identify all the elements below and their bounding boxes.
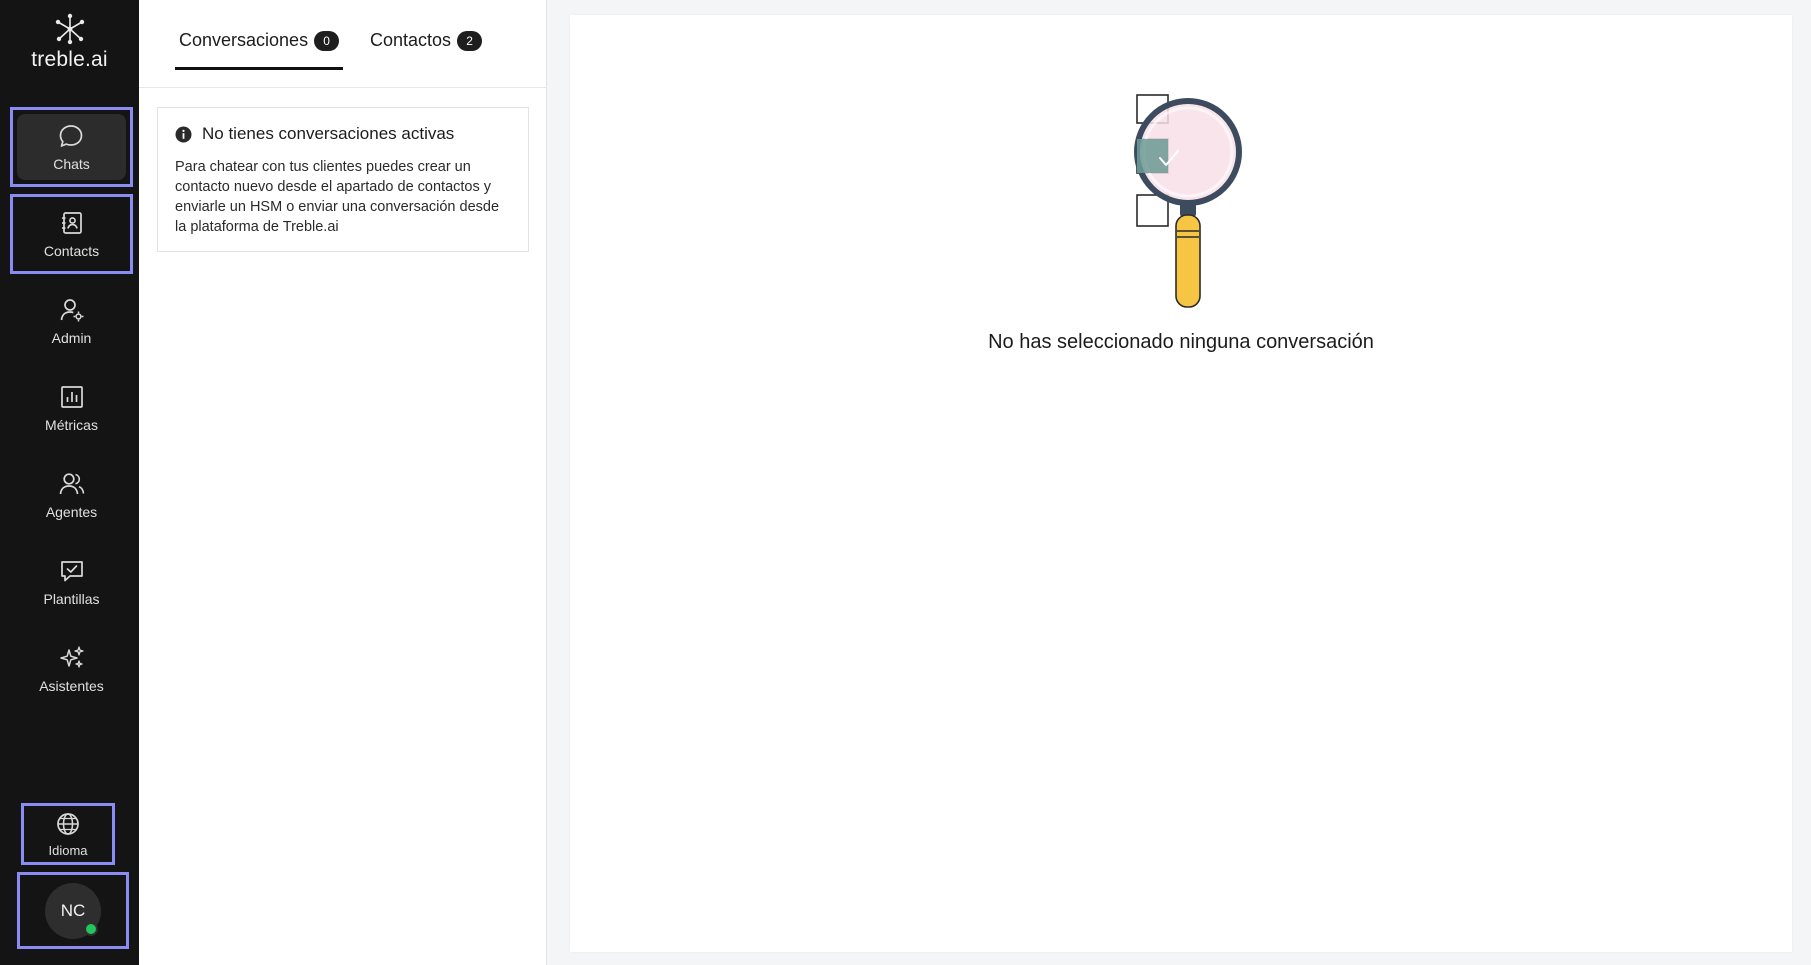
sidebar-item-plantillas[interactable]: Plantillas — [10, 542, 133, 622]
count-badge: 0 — [314, 30, 340, 51]
treble-logo-icon — [55, 13, 84, 45]
info-icon — [175, 126, 192, 142]
chat-bubble-icon — [60, 125, 83, 147]
sidebar-item-label: Contacts — [43, 243, 100, 259]
sidebar-item-agentes[interactable]: Agentes — [10, 455, 133, 535]
tab-label: Conversaciones — [179, 30, 309, 50]
sidebar-item-label: Chats — [53, 156, 90, 172]
avatar[interactable]: NC — [45, 882, 101, 939]
sidebar-item-label: Plantillas — [43, 591, 100, 607]
users-icon — [59, 473, 84, 495]
sidebar-item-admin[interactable]: Admin — [10, 281, 133, 361]
empty-state-message: No has seleccionado ninguna conversación — [988, 331, 1374, 353]
active-tab-indicator — [175, 67, 343, 70]
sidebar-item-label: Agentes — [45, 504, 98, 520]
sidebar-item-contacts[interactable]: Contacts — [10, 194, 133, 274]
empty-conversations-notice: No tienes conversaciones activas Para ch… — [157, 107, 529, 252]
sidebar-item-label: Admin — [51, 330, 92, 346]
tab-conversaciones[interactable]: Conversaciones 0 — [179, 30, 340, 51]
avatar-initials: NC — [60, 900, 86, 920]
sidebar-item-metricas[interactable]: Métricas — [10, 368, 133, 448]
notice-body: Para chatear con tus clientes puedes cre… — [175, 159, 500, 235]
sidebar-item-label: Asistentes — [39, 678, 104, 694]
count-badge: 2 — [457, 30, 483, 51]
tab-contactos[interactable]: Contactos 2 — [370, 30, 483, 51]
app-logo[interactable]: treble.ai — [0, 12, 139, 72]
notice-title: No tienes conversaciones activas — [202, 124, 455, 143]
sidebar: treble.ai Chats Contacts Admin Métricas … — [0, 0, 139, 965]
conversations-panel: Conversaciones 0 Contactos 2 No tienes c… — [139, 0, 547, 965]
online-status-indicator — [84, 921, 98, 936]
conversation-view: No has seleccionado ninguna conversación — [570, 15, 1792, 952]
language-label: Idioma — [48, 842, 88, 858]
conversation-tabs: Conversaciones 0 Contactos 2 — [139, 0, 547, 88]
user-menu[interactable]: NC — [17, 872, 129, 949]
language-button[interactable]: Idioma — [21, 803, 115, 865]
sidebar-item-asistentes[interactable]: Asistentes — [10, 629, 133, 709]
user-gear-icon — [60, 299, 83, 322]
magnifier-checklist-illustration — [1134, 94, 1242, 308]
sidebar-item-chats[interactable]: Chats — [10, 107, 133, 187]
sparkles-icon — [59, 646, 84, 668]
message-check-icon — [60, 561, 83, 582]
contact-book-icon — [61, 212, 82, 234]
sidebar-item-label: Métricas — [45, 417, 98, 433]
tab-label: Contactos — [370, 30, 452, 50]
bar-chart-icon — [60, 386, 83, 408]
globe-icon — [57, 812, 79, 835]
app-logo-text: treble.ai — [31, 48, 108, 71]
